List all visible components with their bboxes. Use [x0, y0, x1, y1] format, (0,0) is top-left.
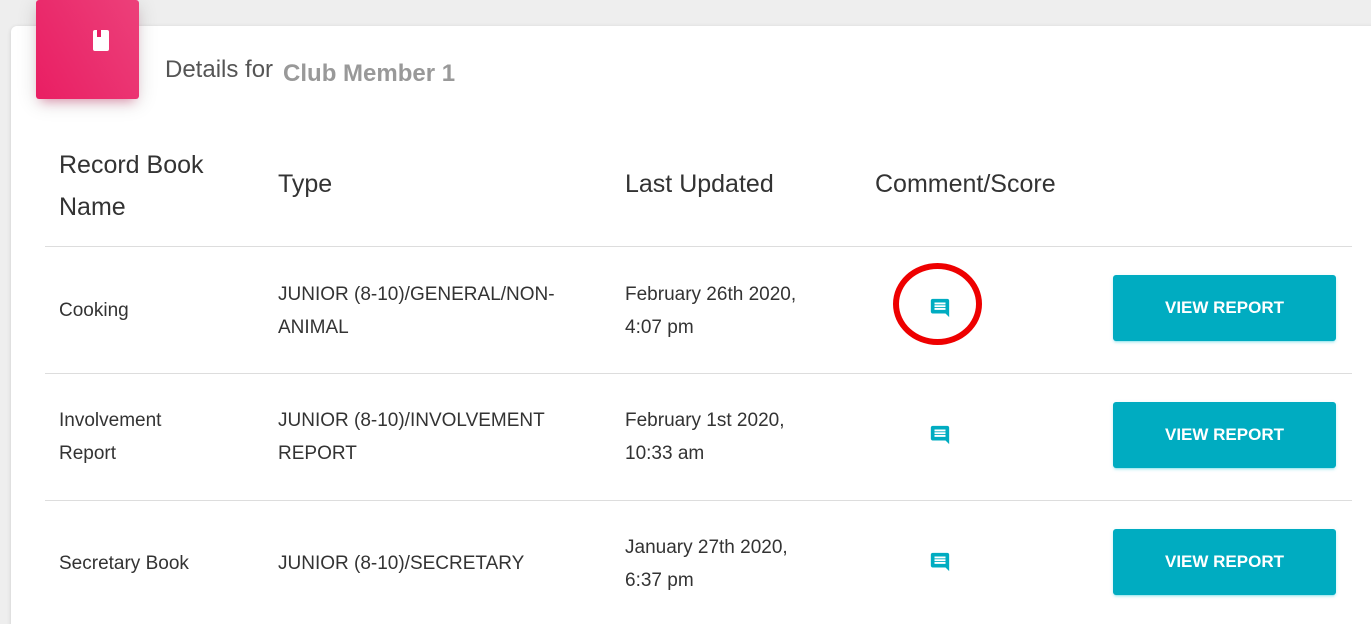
row-type: JUNIOR (8-10)/SECRETARY	[278, 553, 525, 574]
header-type: Type	[278, 170, 333, 198]
book-icon	[93, 30, 109, 51]
view-report-button[interactable]: VIEW REPORT	[1113, 529, 1336, 595]
card-header-icon	[36, 0, 139, 99]
header-record-book-name: Record Book Name	[59, 151, 204, 221]
row-name: Cooking	[59, 300, 129, 321]
row-divider	[45, 373, 1352, 374]
card-title-prefix: Details for	[165, 56, 274, 83]
comment-icon[interactable]	[929, 297, 951, 319]
header-comment-score: Comment/Score	[875, 170, 1056, 198]
header-divider	[45, 246, 1352, 247]
header-last-updated: Last Updated	[625, 170, 774, 198]
row-last-updated: January 27th 2020, 6:37 pm	[625, 537, 788, 591]
comment-icon[interactable]	[929, 424, 951, 446]
row-name: Secretary Book	[59, 553, 189, 574]
row-type: JUNIOR (8-10)/GENERAL/NON- ANIMAL	[278, 284, 555, 338]
row-last-updated: February 26th 2020, 4:07 pm	[625, 284, 797, 338]
row-name: Involvement Report	[59, 410, 162, 464]
row-last-updated: February 1st 2020, 10:33 am	[625, 410, 785, 464]
view-report-button[interactable]: VIEW REPORT	[1113, 402, 1336, 468]
member-name: Club Member 1	[283, 60, 456, 87]
comment-icon[interactable]	[929, 551, 951, 573]
row-divider	[45, 500, 1352, 501]
view-report-button[interactable]: VIEW REPORT	[1113, 275, 1336, 341]
row-type: JUNIOR (8-10)/INVOLVEMENT REPORT	[278, 410, 545, 464]
card-title: Details for Club Member 1	[165, 56, 456, 87]
page: Details for Club Member 1 Record Book Nam…	[0, 0, 1371, 624]
